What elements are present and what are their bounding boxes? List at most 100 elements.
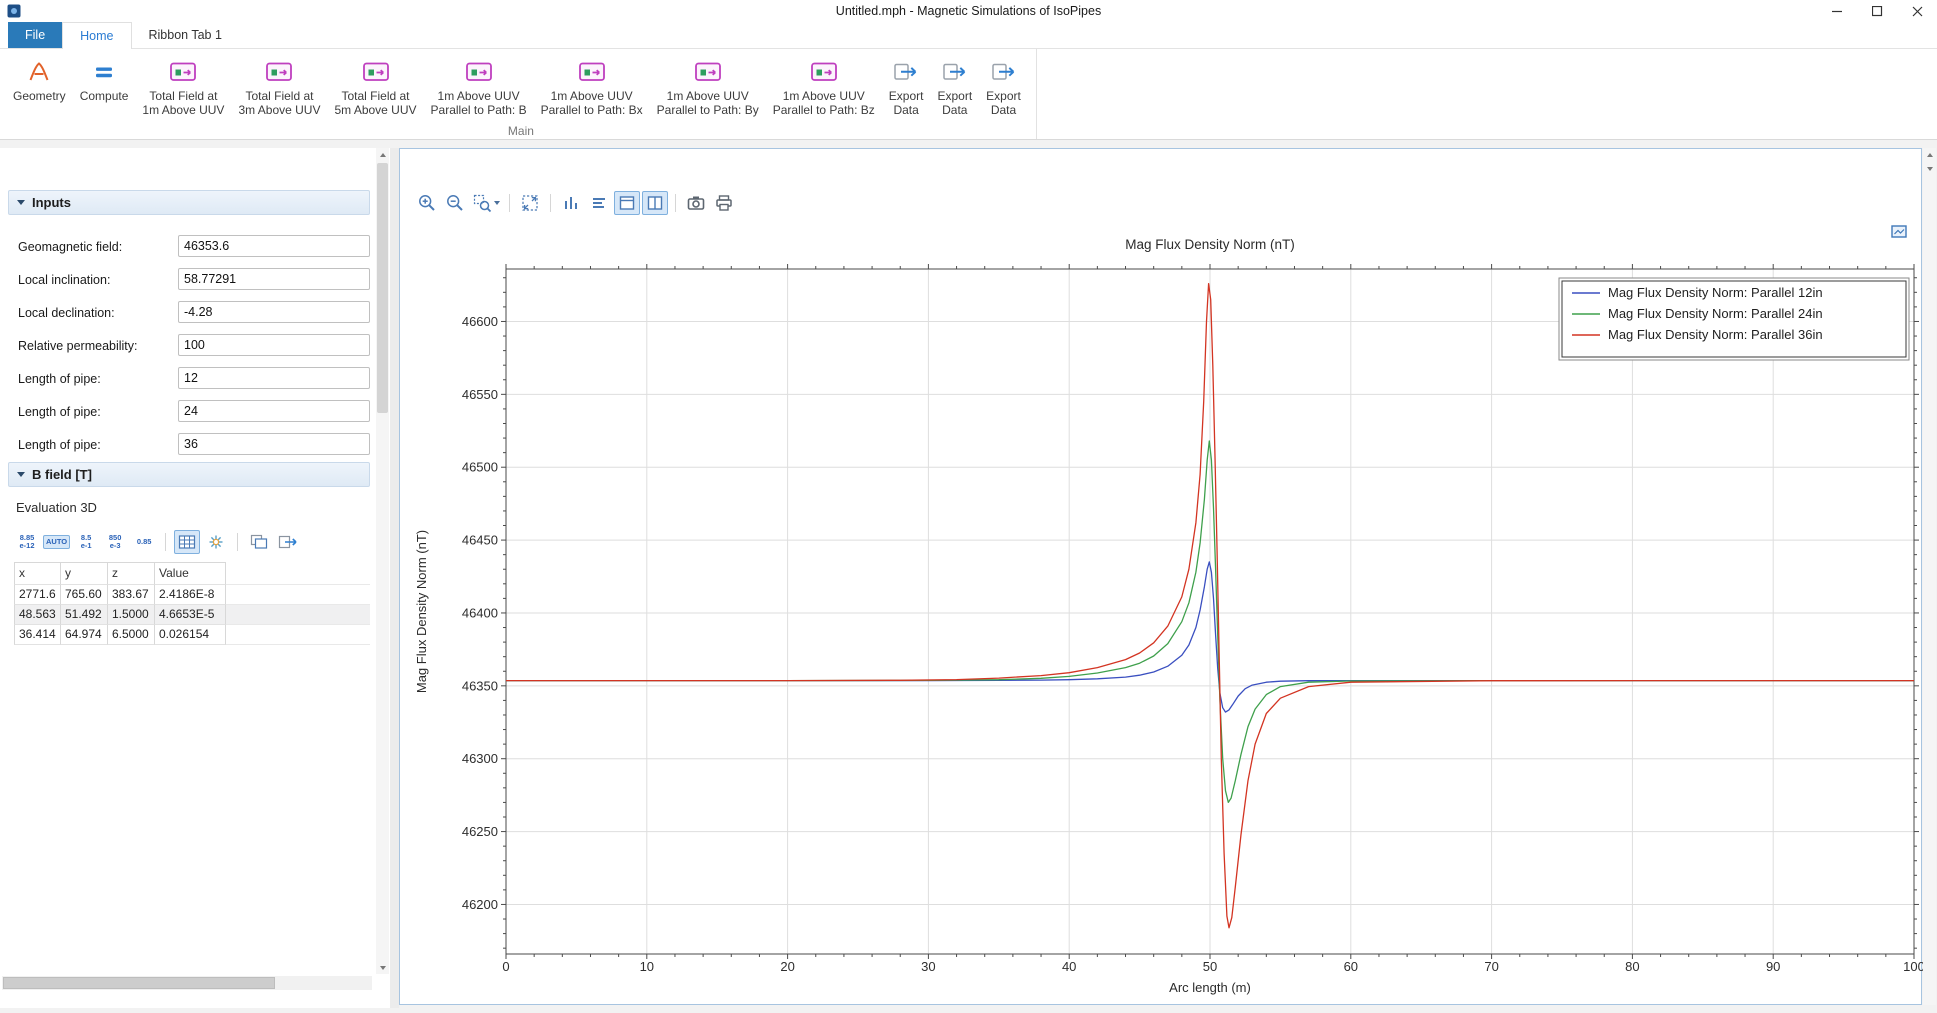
- table-cell: 36.414: [14, 625, 61, 645]
- table-cell: 1.5000: [108, 605, 155, 625]
- format-850-e-3-button[interactable]: 850e-3: [102, 531, 128, 553]
- sidebar-input-row: Geomagnetic field:: [0, 232, 390, 265]
- scroll-up-icon[interactable]: [1923, 148, 1936, 161]
- tab-home[interactable]: Home: [62, 22, 131, 49]
- input-local-declination-2[interactable]: [178, 301, 370, 323]
- input-relative-permeability-3[interactable]: [178, 334, 370, 356]
- table-header-y[interactable]: y: [61, 562, 108, 585]
- input-length-of-pipe-4[interactable]: [178, 367, 370, 389]
- format-0-85-button[interactable]: 0.85: [131, 535, 157, 549]
- toolbar-separator: [509, 194, 510, 212]
- input-length-of-pipe-6[interactable]: [178, 433, 370, 455]
- ribbon-button-total-field-at-1m-above-uuv-2[interactable]: Total Field at1m Above UUV: [135, 54, 231, 121]
- ribbon-button-label: Compute: [80, 89, 129, 103]
- input-local-inclination-1[interactable]: [178, 268, 370, 290]
- table-filler: [226, 585, 370, 605]
- svg-text:50: 50: [1203, 959, 1217, 974]
- ribbon-button-1m-above-uuv-parallel-to-path-by-7[interactable]: 1m Above UUVParallel to Path: By: [650, 54, 766, 121]
- zoom-box-icon[interactable]: [470, 191, 502, 215]
- table-header-z[interactable]: z: [108, 562, 155, 585]
- table-cell: 64.974: [61, 625, 108, 645]
- sidebar-input-row: Length of pipe:: [0, 364, 390, 397]
- ribbon-button-1m-above-uuv-parallel-to-path-bx-6[interactable]: 1m Above UUVParallel to Path: Bx: [534, 54, 650, 121]
- window-title: Untitled.mph - Magnetic Simulations of I…: [0, 0, 1937, 22]
- plot-canvas[interactable]: 0102030405060708090100462004625046300463…: [400, 251, 1923, 1001]
- horizontal-bars-icon[interactable]: [586, 191, 612, 215]
- zoom-in-icon[interactable]: [414, 191, 440, 215]
- field-plot-icon: [169, 58, 197, 86]
- ribbon-button-label: 1m Above UUVParallel to Path: By: [657, 89, 759, 117]
- field-plot-icon: [694, 58, 722, 86]
- legend-label: Mag Flux Density Norm: Parallel 24in: [1608, 306, 1823, 321]
- toolbar-separator: [550, 194, 551, 212]
- ribbon-button-geometry-0[interactable]: Geometry: [6, 54, 73, 107]
- export-table-icon[interactable]: [275, 530, 301, 554]
- field-plot-icon: [265, 58, 293, 86]
- maximize-icon[interactable]: [1857, 0, 1897, 22]
- copy-table-icon[interactable]: [246, 530, 272, 554]
- y-axis-title: Mag Flux Density Norm (nT): [414, 530, 429, 693]
- format-8-85-e-12-button[interactable]: 8.85e-12: [14, 531, 40, 553]
- split-window-icon[interactable]: [642, 191, 668, 215]
- flower-icon[interactable]: [203, 530, 229, 554]
- ribbon-button-label: Total Field at5m Above UUV: [334, 89, 416, 117]
- plot-window-icon[interactable]: [1891, 225, 1909, 240]
- ribbon-button-1m-above-uuv-parallel-to-path-bz-8[interactable]: 1m Above UUVParallel to Path: Bz: [766, 54, 882, 121]
- svg-text:20: 20: [780, 959, 794, 974]
- table-row[interactable]: 48.56351.4921.50004.6653E-5: [14, 605, 370, 625]
- x-axis-title: Arc length (m): [1169, 980, 1251, 995]
- evaluation-3d-label: Evaluation 3D: [16, 500, 97, 515]
- scrollbar-thumb[interactable]: [377, 163, 388, 413]
- sidebar-vertical-scrollbar[interactable]: [376, 148, 389, 974]
- right-vertical-scrollbar[interactable]: [1923, 148, 1936, 1005]
- zoom-out-icon[interactable]: [442, 191, 468, 215]
- format-auto-button[interactable]: AUTO: [43, 535, 70, 549]
- bfield-section-header[interactable]: B field [T]: [8, 462, 370, 487]
- panel-divider[interactable]: [390, 148, 399, 1008]
- scroll-down-icon[interactable]: [1923, 162, 1936, 175]
- ribbon-button-label: 1m Above UUVParallel to Path: Bz: [773, 89, 875, 117]
- ribbon-button-export-data-9[interactable]: ExportData: [882, 54, 931, 121]
- sidebar-horizontal-scrollbar[interactable]: [2, 976, 372, 990]
- svg-text:46550: 46550: [462, 387, 498, 402]
- ribbon-button-export-data-10[interactable]: ExportData: [930, 54, 979, 121]
- input-length-of-pipe-5[interactable]: [178, 400, 370, 422]
- svg-text:70: 70: [1484, 959, 1498, 974]
- ribbon-button-export-data-11[interactable]: ExportData: [979, 54, 1028, 121]
- legend-window-icon[interactable]: [614, 191, 640, 215]
- print-icon[interactable]: [711, 191, 737, 215]
- tab-ribbon-tab-1[interactable]: Ribbon Tab 1: [132, 22, 239, 48]
- ribbon-button-total-field-at-5m-above-uuv-4[interactable]: Total Field at5m Above UUV: [327, 54, 423, 121]
- camera-icon[interactable]: [683, 191, 709, 215]
- table-header-x[interactable]: x: [14, 562, 61, 585]
- window-controls: [1817, 0, 1937, 22]
- field-plot-icon: [578, 58, 606, 86]
- grid-table-icon[interactable]: [174, 530, 200, 554]
- zoom-extents-icon[interactable]: [517, 191, 543, 215]
- minimize-icon[interactable]: [1817, 0, 1857, 22]
- ribbon-button-label: Total Field at1m Above UUV: [142, 89, 224, 117]
- table-row[interactable]: 36.41464.9746.50000.026154: [14, 625, 370, 645]
- scrollbar-thumb[interactable]: [3, 977, 275, 989]
- scroll-down-icon[interactable]: [376, 961, 389, 974]
- table-header-value[interactable]: Value: [155, 562, 226, 585]
- graphics-panel: Mag Flux Density Norm (nT) 0102030405060…: [399, 148, 1922, 1005]
- format-8-5-e-1-button[interactable]: 8.5e-1: [73, 531, 99, 553]
- field-plot-icon: [465, 58, 493, 86]
- scroll-up-icon[interactable]: [376, 148, 389, 161]
- close-icon[interactable]: [1897, 0, 1937, 22]
- input-geomagnetic-field-0[interactable]: [178, 235, 370, 257]
- ribbon-button-1m-above-uuv-parallel-to-path-b-5[interactable]: 1m Above UUVParallel to Path: B: [424, 54, 534, 121]
- app-icon: [7, 4, 21, 18]
- dropdown-caret-icon[interactable]: [494, 201, 500, 205]
- inputs-section-header[interactable]: Inputs: [8, 190, 370, 215]
- svg-text:60: 60: [1344, 959, 1358, 974]
- input-label: Local declination:: [18, 306, 115, 320]
- vertical-bars-icon[interactable]: [558, 191, 584, 215]
- table-row[interactable]: 2771.6765.60383.672.4186E-8: [14, 585, 370, 605]
- table-cell: 2.4186E-8: [155, 585, 226, 605]
- titlebar: Untitled.mph - Magnetic Simulations of I…: [0, 0, 1937, 22]
- ribbon-button-total-field-at-3m-above-uuv-3[interactable]: Total Field at3m Above UUV: [231, 54, 327, 121]
- tab-file[interactable]: File: [8, 22, 62, 48]
- ribbon-button-compute-1[interactable]: Compute: [73, 54, 136, 107]
